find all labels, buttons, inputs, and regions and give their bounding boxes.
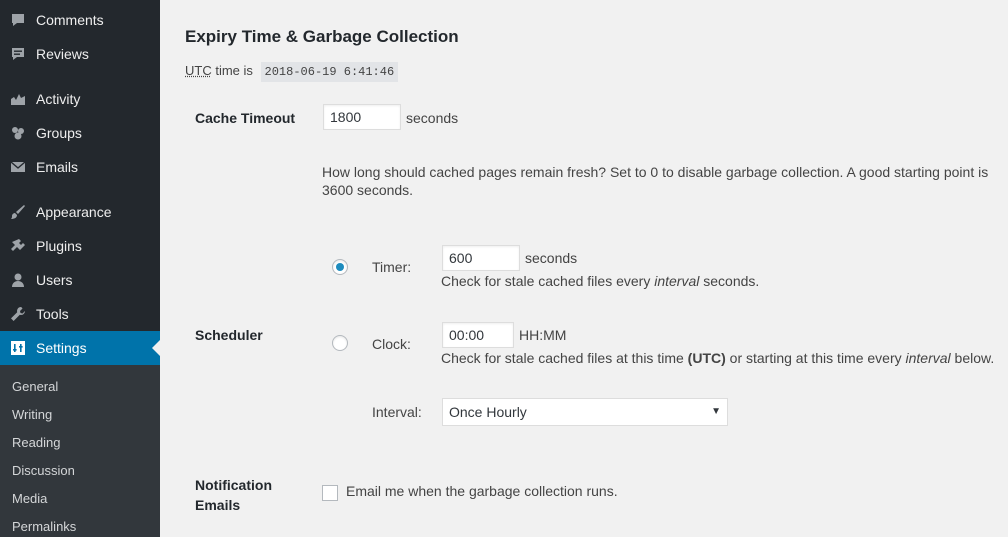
clock-desc-post: below.	[954, 350, 995, 366]
notification-checkbox-label[interactable]: Email me when the garbage collection run…	[346, 483, 618, 499]
utc-abbr: UTC	[185, 63, 212, 78]
submenu-item-permalinks[interactable]: Permalinks	[12, 519, 76, 534]
user-icon	[10, 272, 26, 288]
sidebar-item-plugins[interactable]: Plugins	[0, 229, 160, 263]
timer-desc-em: interval	[654, 273, 700, 289]
interval-label: Interval:	[372, 404, 422, 420]
clock-desc-bold: (UTC)	[687, 350, 726, 366]
submenu-item-general[interactable]: General	[12, 379, 58, 394]
sidebar-item-activity[interactable]: Activity	[0, 82, 160, 116]
groups-icon	[10, 125, 26, 141]
plugin-icon	[10, 238, 26, 254]
clock-radio[interactable]	[332, 335, 348, 351]
utc-time-code: 2018-06-19 6:41:46	[260, 62, 399, 82]
cache-timeout-label: Cache Timeout	[195, 110, 296, 126]
submenu-item-discussion[interactable]: Discussion	[12, 463, 75, 478]
sidebar-item-label: Emails	[36, 159, 79, 175]
sidebar-item-label: Comments	[36, 12, 104, 28]
notification-emails-label: Notification Emails	[195, 475, 272, 515]
sidebar-item-emails[interactable]: Emails	[0, 150, 160, 184]
sidebar-item-label: Activity	[36, 91, 81, 107]
cache-timeout-input[interactable]: 1800	[323, 104, 401, 130]
sidebar-item-label: Groups	[36, 125, 82, 141]
email-icon	[10, 159, 26, 175]
submenu-item-media[interactable]: Media	[12, 491, 47, 506]
timer-desc-pre: Check for stale cached files every	[441, 273, 651, 289]
sidebar-item-label: Plugins	[36, 238, 82, 254]
timer-radio[interactable]	[332, 259, 348, 275]
sidebar-item-appearance[interactable]: Appearance	[0, 195, 160, 229]
cache-timeout-unit: seconds	[406, 110, 459, 126]
section-title: Expiry Time & Garbage Collection	[185, 27, 459, 46]
timer-unit: seconds	[525, 250, 578, 266]
clock-desc-mid: or starting at this time every	[729, 350, 902, 366]
admin-sidebar: Comments Reviews Activity Groups Emails …	[0, 0, 160, 537]
sidebar-item-label: Appearance	[36, 204, 112, 220]
sidebar-item-label: Settings	[36, 340, 87, 356]
wrench-icon	[10, 306, 26, 322]
sidebar-item-label: Users	[36, 272, 73, 288]
sidebar-item-comments[interactable]: Comments	[0, 3, 160, 37]
sidebar-item-tools[interactable]: Tools	[0, 297, 160, 331]
notification-label-line2: Emails	[195, 497, 241, 513]
submenu-item-reading[interactable]: Reading	[12, 435, 60, 450]
utc-text: time is	[215, 63, 253, 78]
interval-selected-value: Once Hourly	[449, 404, 527, 420]
sidebar-item-label: Tools	[36, 306, 69, 322]
dropdown-arrow-icon: ▼	[711, 406, 721, 417]
clock-time-input[interactable]: 00:00	[442, 322, 514, 348]
radio-selected-dot	[336, 263, 344, 271]
paintbrush-icon	[10, 204, 26, 220]
timer-label: Timer:	[372, 259, 412, 275]
activity-icon	[10, 91, 26, 107]
sidebar-item-settings[interactable]: Settings	[0, 331, 160, 365]
settings-main: Expiry Time & Garbage Collection UTC tim…	[160, 0, 1008, 537]
utc-time-line: UTC time is 2018-06-19 6:41:46	[185, 62, 399, 82]
timer-interval-input[interactable]: 600	[442, 245, 520, 271]
sidebar-item-reviews[interactable]: Reviews	[0, 37, 160, 71]
notification-email-checkbox[interactable]	[322, 485, 338, 501]
timer-desc-post: seconds.	[703, 273, 760, 289]
clock-desc-em: interval	[905, 350, 951, 366]
reviews-icon	[10, 46, 26, 62]
clock-unit: HH:MM	[519, 327, 567, 343]
interval-select[interactable]: Once Hourly ▼	[442, 398, 728, 426]
scheduler-label: Scheduler	[195, 327, 263, 343]
clock-description: Check for stale cached files at this tim…	[441, 350, 994, 366]
sidebar-item-label: Reviews	[36, 46, 89, 62]
clock-desc-pre: Check for stale cached files at this tim…	[441, 350, 684, 366]
settings-icon	[10, 340, 26, 356]
sidebar-item-groups[interactable]: Groups	[0, 116, 160, 150]
cache-timeout-description: How long should cached pages remain fres…	[322, 164, 989, 198]
sidebar-item-users[interactable]: Users	[0, 263, 160, 297]
timer-description: Check for stale cached files every inter…	[441, 273, 759, 289]
submenu-item-writing[interactable]: Writing	[12, 407, 52, 422]
settings-submenu: General Writing Reading Discussion Media…	[0, 365, 160, 537]
clock-label: Clock:	[372, 336, 411, 352]
notification-label-line1: Notification	[195, 477, 272, 493]
comment-icon	[10, 12, 26, 28]
